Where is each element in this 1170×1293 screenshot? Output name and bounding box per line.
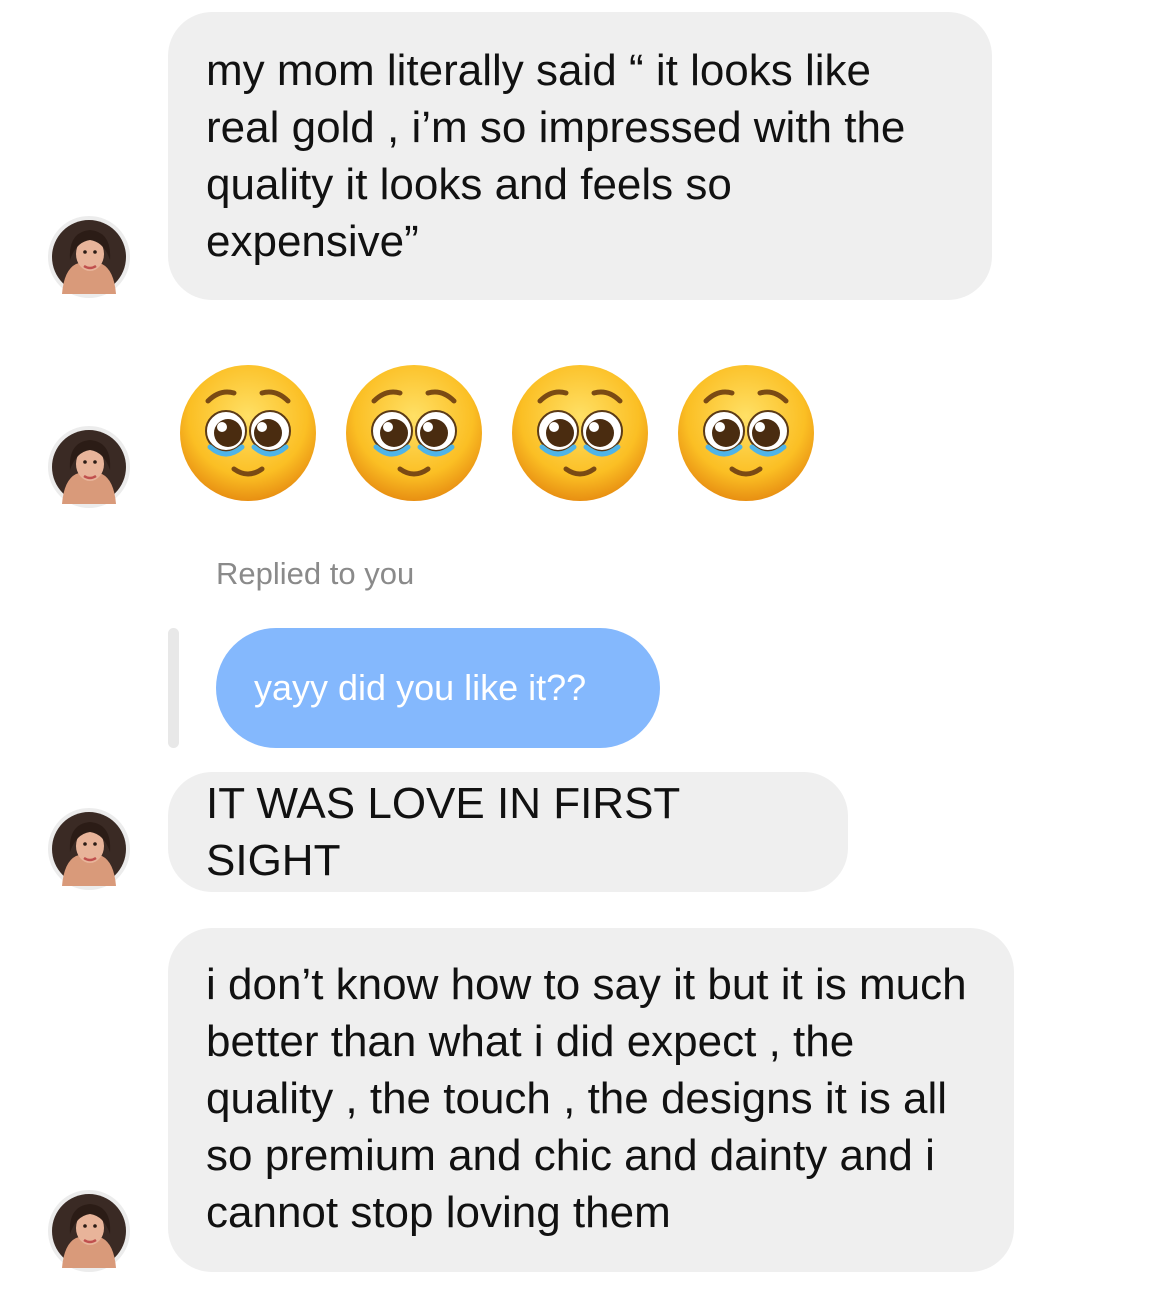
message-bubble[interactable]: i don’t know how to say it but it is muc… <box>168 928 1014 1272</box>
avatar-photo-icon <box>52 1194 126 1268</box>
avatar-photo-icon <box>52 812 126 886</box>
quoted-message-text: yayy did you like it?? <box>254 667 587 708</box>
pleading-face-icon <box>676 363 816 503</box>
message-text: my mom literally said “ it looks like re… <box>206 46 906 266</box>
reply-note: Replied to you <box>216 556 415 591</box>
avatar-photo-icon <box>52 220 126 294</box>
sender-avatar[interactable] <box>48 216 130 298</box>
reply-indicator-bar <box>168 628 179 748</box>
sender-avatar[interactable] <box>48 1190 130 1272</box>
message-bubble[interactable]: IT WAS LOVE IN FIRST SIGHT <box>168 772 848 892</box>
sender-avatar[interactable] <box>48 426 130 508</box>
pleading-face-icon <box>344 363 484 503</box>
quoted-message-bubble[interactable]: yayy did you like it?? <box>216 628 660 748</box>
message-text: IT WAS LOVE IN FIRST SIGHT <box>206 779 680 885</box>
pleading-face-icon <box>178 363 318 503</box>
avatar-photo-icon <box>52 430 126 504</box>
message-bubble[interactable]: my mom literally said “ it looks like re… <box>168 12 992 300</box>
pleading-face-icon <box>510 363 650 503</box>
message-text: i don’t know how to say it but it is muc… <box>206 960 967 1237</box>
sender-avatar[interactable] <box>48 808 130 890</box>
